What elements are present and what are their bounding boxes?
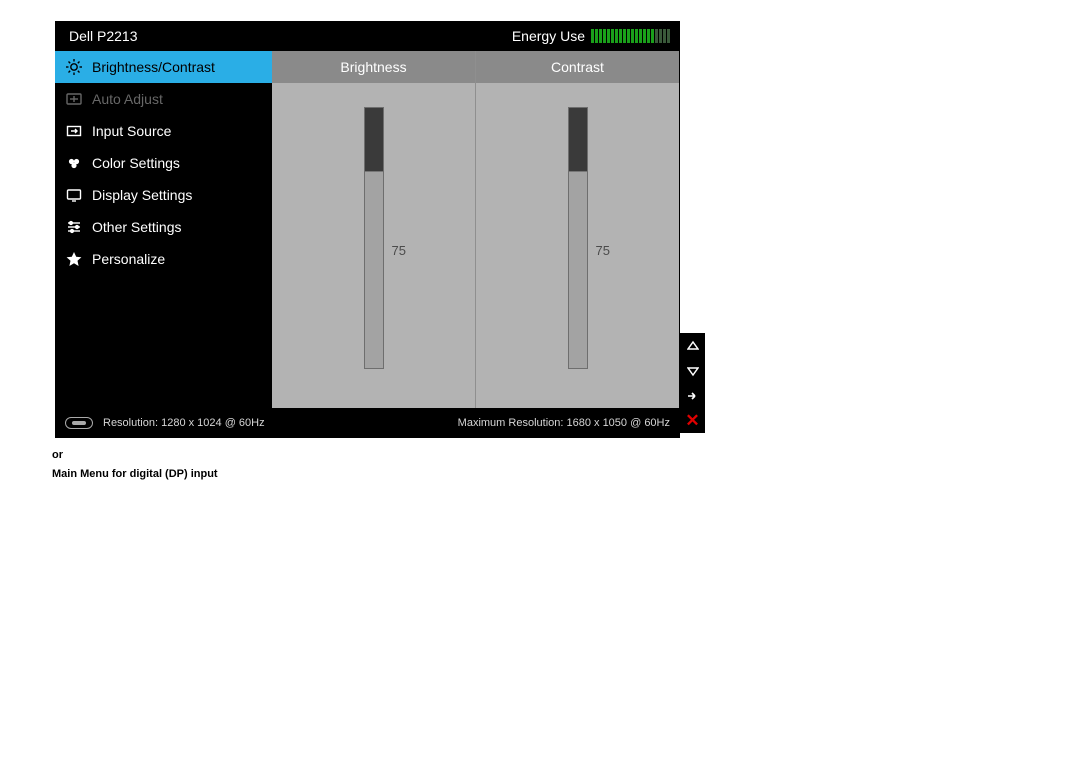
osd-footer: Resolution: 1280 x 1024 @ 60Hz Maximum R…	[55, 408, 680, 438]
sidebar-item-personalize[interactable]: Personalize	[55, 243, 272, 275]
caption-subtitle: Main Menu for digital (DP) input	[52, 468, 218, 480]
footer-left: Resolution: 1280 x 1024 @ 60Hz	[65, 417, 265, 429]
sidebar-item-display-settings[interactable]: Display Settings	[55, 179, 272, 211]
contrast-fill	[569, 171, 587, 368]
sidebar-item-label: Display Settings	[92, 187, 192, 203]
input-source-icon	[65, 122, 83, 140]
resolution-label: Resolution: 1280 x 1024 @ 60Hz	[103, 417, 265, 429]
sidebar-item-color-settings[interactable]: Color Settings	[55, 147, 272, 179]
nav-down-button[interactable]	[680, 358, 705, 383]
display-settings-icon	[65, 186, 83, 204]
close-icon: ✕	[685, 411, 699, 431]
sidebar-item-input-source[interactable]: Input Source	[55, 115, 272, 147]
osd-nav-buttons: ✕	[680, 333, 705, 433]
caption-or: or	[52, 449, 63, 461]
sidebar-item-auto-adjust: Auto Adjust	[55, 83, 272, 115]
nav-up-button[interactable]	[680, 333, 705, 358]
sidebar-item-label: Brightness/Contrast	[92, 59, 215, 75]
color-settings-icon	[65, 154, 83, 172]
monitor-model: Dell P2213	[69, 28, 138, 44]
down-arrow-icon	[687, 365, 699, 377]
brightness-icon	[65, 58, 83, 76]
contrast-pane: Contrast 75	[475, 51, 679, 408]
osd-body: Brightness/Contrast Auto Adjust Input Sour…	[55, 51, 680, 408]
sidebar-item-label: Auto Adjust	[92, 91, 163, 107]
brightness-fill	[365, 171, 383, 368]
nav-enter-button[interactable]	[680, 383, 705, 408]
other-settings-icon	[65, 218, 83, 236]
sidebar-item-brightness-contrast[interactable]: Brightness/Contrast	[55, 51, 272, 83]
contrast-header: Contrast	[476, 51, 679, 83]
energy-meter-icon	[591, 29, 670, 43]
sidebar-item-label: Other Settings	[92, 219, 182, 235]
sidebar: Brightness/Contrast Auto Adjust Input Sour…	[55, 51, 272, 408]
sidebar-item-other-settings[interactable]: Other Settings	[55, 211, 272, 243]
sidebar-item-label: Input Source	[92, 123, 171, 139]
energy-use: Energy Use	[512, 28, 670, 44]
right-arrow-icon	[687, 390, 699, 402]
sidebar-item-label: Color Settings	[92, 155, 180, 171]
content-panes: Brightness 75 Contrast 75	[272, 51, 680, 408]
osd-header: Dell P2213 Energy Use	[55, 21, 680, 51]
nav-close-button[interactable]: ✕	[680, 408, 705, 433]
max-resolution-label: Maximum Resolution: 1680 x 1050 @ 60Hz	[458, 417, 670, 429]
osd-window: Dell P2213 Energy Use Brightness/Contras…	[55, 21, 680, 438]
energy-use-label: Energy Use	[512, 28, 585, 44]
contrast-slider[interactable]	[568, 107, 588, 369]
up-arrow-icon	[687, 340, 699, 352]
personalize-icon	[65, 250, 83, 268]
sidebar-item-label: Personalize	[92, 251, 165, 267]
contrast-value: 75	[596, 243, 610, 258]
brightness-header: Brightness	[272, 51, 475, 83]
interface-icon	[65, 417, 93, 429]
brightness-slider[interactable]	[364, 107, 384, 369]
brightness-value: 75	[392, 243, 406, 258]
auto-adjust-icon	[65, 90, 83, 108]
brightness-pane: Brightness 75	[272, 51, 475, 408]
